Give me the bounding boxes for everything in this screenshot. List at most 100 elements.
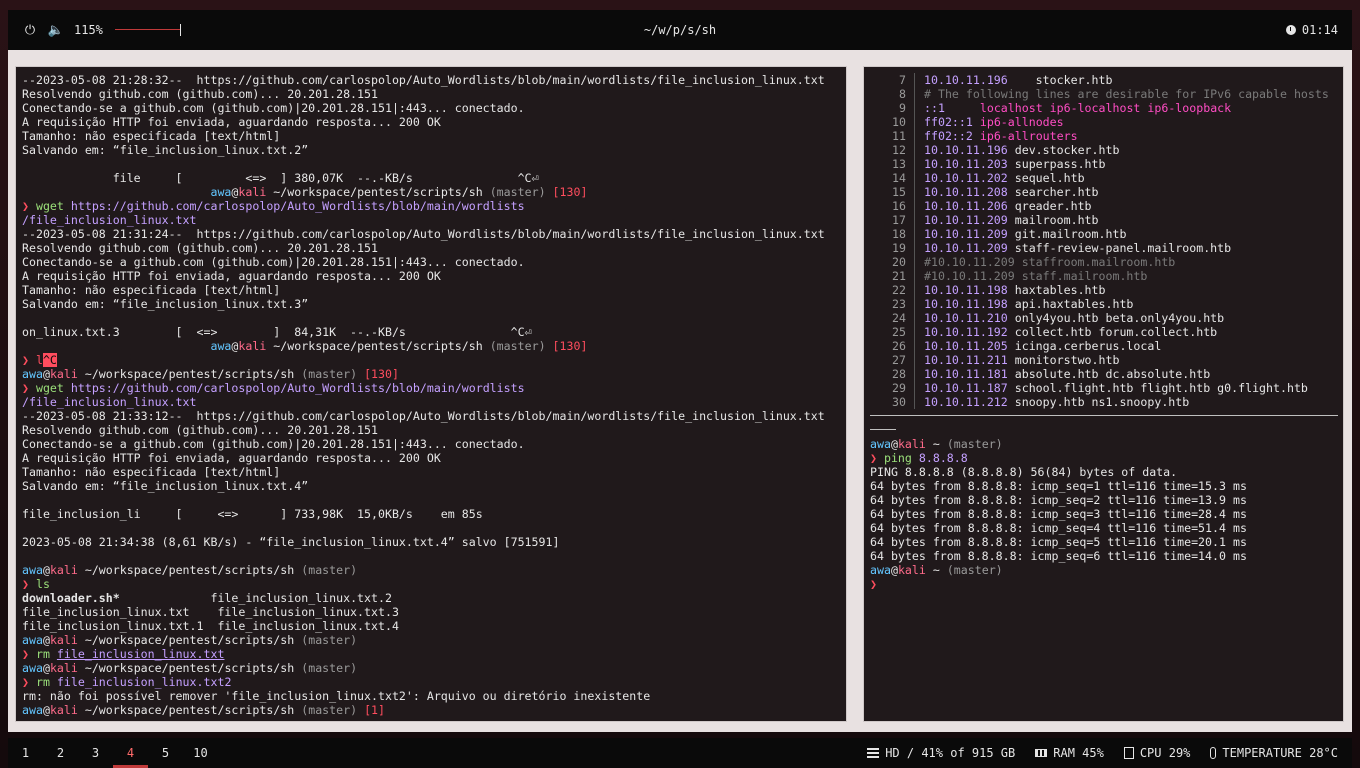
terminal-line: ❯ [870, 577, 1340, 591]
hosts-line: 21 #10.10.11.209 staff.mailroom.htb [864, 269, 1343, 283]
terminal-text: 64 bytes from 8.8.8.8: icmp_seq=1 ttl=11… [870, 479, 1247, 493]
hosts-line-text: 10.10.11.187 school.flight.htb flight.ht… [924, 381, 1308, 395]
terminal-line: Conectando-se a github.com (github.com)|… [22, 437, 846, 451]
terminal-text: Conectando-se a github.com (github.com)|… [22, 101, 525, 115]
hosts-text: qreader.htb [1007, 199, 1092, 213]
hosts-line-text: #10.10.11.209 staffroom.mailroom.htb [924, 255, 1175, 269]
hosts-line: 9::1 localhost ip6-localhost ip6-loopbac… [864, 101, 1343, 115]
hosts-text: 10.10.11.209 [924, 241, 1008, 255]
hosts-text: monitorstwo.htb [1007, 353, 1120, 367]
workspace-10[interactable]: 10 [183, 738, 218, 768]
terminal-text: kali [897, 563, 926, 577]
hosts-text: 10.10.11.209 [924, 213, 1008, 227]
line-number: 13 [892, 157, 906, 171]
hosts-text: api.haxtables.htb [1007, 297, 1134, 311]
line-number: 16 [892, 199, 906, 213]
hosts-line: 12 10.10.11.196 dev.stocker.htb [864, 143, 1343, 157]
thermometer-icon [1210, 747, 1217, 759]
terminal-right[interactable]: 7 10.10.11.196 stocker.htb 8 # The followin… [863, 66, 1344, 722]
terminal-text: [1] [364, 703, 386, 717]
terminal-text: @ [890, 437, 898, 451]
terminal-text: wget [35, 199, 64, 213]
terminal-text: kali [49, 703, 78, 717]
hosts-text: 10.10.11.202 [924, 171, 1008, 185]
terminal-text: awa [210, 339, 232, 353]
hosts-text: sequel.htb [1007, 171, 1085, 185]
hosts-text: mailroom.htb [1007, 213, 1099, 227]
hosts-text: 10.10.11.209 [924, 227, 1008, 241]
terminal-line: 64 bytes from 8.8.8.8: icmp_seq=1 ttl=11… [870, 479, 1340, 493]
terminal-text: A requisição HTTP foi enviada, aguardand… [22, 451, 441, 465]
terminal-text: Conectando-se a github.com (github.com)|… [22, 437, 525, 451]
terminal-line: awa@kali ~/workspace/pentest/scripts/sh … [22, 661, 846, 675]
hosts-text: 10.10.11.208 [924, 185, 1008, 199]
workspace-5[interactable]: 5 [148, 738, 183, 768]
workspace-1[interactable]: 1 [8, 738, 43, 768]
terminal-text: wget [35, 381, 64, 395]
gutter-separator [914, 325, 915, 339]
hosts-line-text: 10.10.11.192 collect.htb forum.collect.h… [924, 325, 1217, 339]
line-number: 22 [892, 283, 906, 297]
hosts-text: haxtables.htb [1007, 283, 1106, 297]
terminal-text: Tamanho: não especificada [text/html] [22, 129, 281, 143]
hosts-line-text: ::1 localhost ip6-localhost ip6-loopback [924, 101, 1231, 115]
terminal-text: [130] [552, 339, 588, 353]
terminal-text: ❯ [870, 451, 884, 465]
hosts-line: 11 ff02::2 ip6-allrouters [864, 129, 1343, 143]
terminal-line: awa@kali ~/workspace/pentest/scripts/sh … [22, 633, 846, 647]
terminal-text: [130] [552, 185, 588, 199]
terminal-left[interactable]: --2023-05-08 21:28:32-- https://github.c… [15, 66, 847, 722]
terminal-text: ~/workspace/pentest/scripts/sh [77, 633, 302, 647]
terminal-text: 64 bytes from 8.8.8.8: icmp_seq=4 ttl=11… [870, 521, 1247, 535]
terminal-line: downloader.sh* file_inclusion_linux.txt.… [22, 591, 846, 605]
hosts-line-text: 10.10.11.209 git.mailroom.htb [924, 227, 1126, 241]
gutter-separator [914, 255, 915, 269]
terminal-line: Tamanho: não especificada [text/html] [22, 283, 846, 297]
line-number: 17 [892, 213, 906, 227]
gutter-separator [914, 367, 915, 381]
hosts-line-text: 10.10.11.206 qreader.htb [924, 199, 1092, 213]
clock-time: 01:14 [1301, 23, 1338, 37]
terminal-line: ❯ wget https://github.com/carlospolop/Au… [22, 381, 846, 395]
line-number: 28 [892, 367, 906, 381]
terminal-text: (master) [301, 661, 358, 675]
terminal-text: Salvando em: “file_inclusion_linux.txt.4… [22, 479, 309, 493]
gutter-separator [914, 297, 915, 311]
terminal-line: awa@kali ~/workspace/pentest/scripts/sh … [22, 339, 846, 353]
terminal-text: kali [238, 339, 267, 353]
terminal-text: (master) [946, 563, 1003, 577]
hosts-line-text: #10.10.11.209 staff.mailroom.htb [924, 269, 1147, 283]
terminal-text: (master) [946, 437, 1003, 451]
terminal-text: ❯ [870, 577, 877, 591]
hosts-line: 25 10.10.11.192 collect.htb forum.collect… [864, 325, 1343, 339]
line-number: 23 [892, 297, 906, 311]
terminal-text: kali [49, 563, 78, 577]
workspace-2[interactable]: 2 [43, 738, 78, 768]
hosts-text: stocker.htb [1007, 73, 1113, 87]
hosts-text: staff-review-panel.mailroom.htb [1007, 241, 1232, 255]
hosts-text: 10.10.11.192 [924, 325, 1008, 339]
workspace-3[interactable]: 3 [78, 738, 113, 768]
terminal-line: Tamanho: não especificada [text/html] [22, 465, 846, 479]
terminal-text: ^C [42, 353, 57, 367]
line-number: 18 [892, 227, 906, 241]
line-number: 14 [892, 171, 906, 185]
line-number: 19 [892, 241, 906, 255]
terminal-line: rm: não foi possível remover 'file_inclu… [22, 689, 846, 703]
terminal-text: 64 bytes from 8.8.8.8: icmp_seq=2 ttl=11… [870, 493, 1247, 507]
terminal-text: @ [42, 367, 50, 381]
terminal-text: awa [22, 633, 43, 647]
terminal-text: Tamanho: não especificada [text/html] [22, 283, 281, 297]
terminal-line: awa@kali ~ (master) [870, 563, 1340, 577]
gutter-separator [914, 185, 915, 199]
terminal-text: /file_inclusion_linux.txt [22, 213, 197, 227]
workspace-4[interactable]: 4 [113, 738, 148, 768]
divider-tick [870, 429, 896, 430]
line-number: 27 [892, 353, 906, 367]
terminal-text: --2023-05-08 21:33:12-- https://github.c… [22, 409, 825, 423]
